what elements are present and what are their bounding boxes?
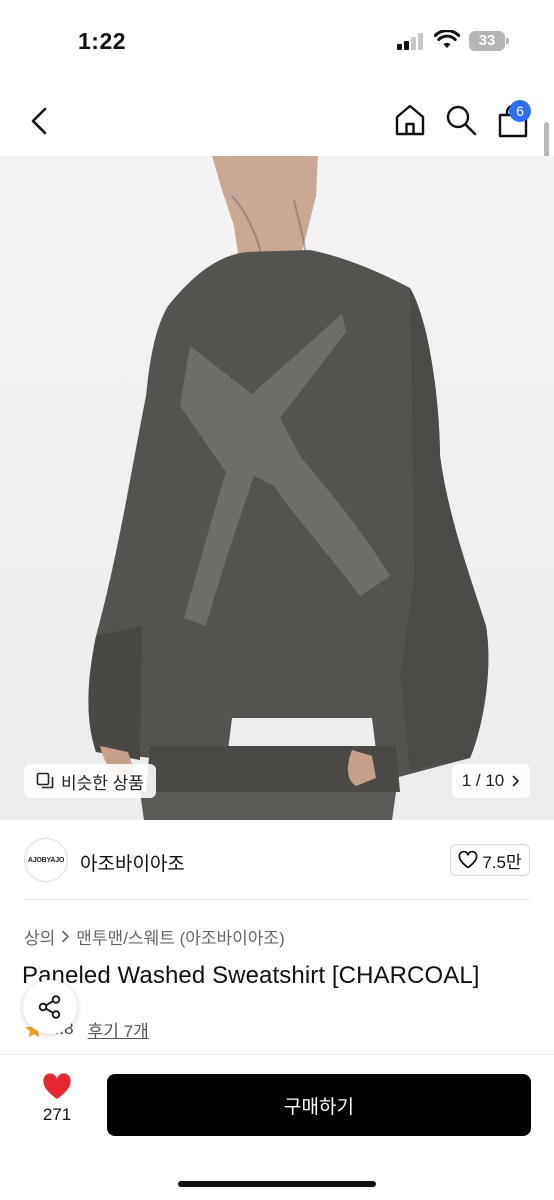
- share-button[interactable]: [23, 980, 77, 1034]
- home-icon[interactable]: [392, 102, 428, 138]
- status-time: 1:22: [78, 28, 127, 54]
- search-icon[interactable]: [443, 102, 479, 138]
- breadcrumb-subcategory[interactable]: 맨투맨/스웨트 (아조바이아조): [76, 924, 284, 949]
- cart-badge: 6: [509, 100, 531, 122]
- heart-filled-icon: [43, 1073, 71, 1099]
- brand-like-count: 7.5만: [482, 852, 522, 872]
- image-counter: 1 / 10: [461, 771, 505, 790]
- wishlist-button[interactable]: 271: [30, 1073, 84, 1137]
- product-title: Paneled Washed Sweatshirt [CHARCOAL]: [22, 962, 480, 989]
- wifi-icon: [434, 30, 460, 48]
- breadcrumb-category[interactable]: 상의: [24, 924, 55, 949]
- wishlist-count: 271: [42, 1105, 72, 1124]
- brand-name[interactable]: 아조바이아조: [80, 849, 185, 876]
- chevron-right-icon: [62, 930, 70, 943]
- product-photo-illustration: [88, 156, 489, 820]
- status-bar: 1:22 33: [0, 0, 554, 82]
- divider: [24, 899, 530, 900]
- battery-level: 33: [478, 32, 496, 49]
- bottom-bar: 271 구매하기: [0, 1054, 554, 1200]
- similar-icon: [36, 772, 54, 789]
- similar-products-label: 비슷한 상품: [61, 773, 144, 793]
- brand-like-button[interactable]: 7.5만: [450, 844, 530, 876]
- chevron-right-icon: [512, 775, 520, 787]
- breadcrumb: 상의 맨투맨/스웨트 (아조바이아조): [24, 924, 285, 949]
- back-icon[interactable]: [24, 104, 56, 138]
- similar-products-button[interactable]: 비슷한 상품: [24, 764, 156, 798]
- home-indicator: [178, 1181, 376, 1187]
- product-image[interactable]: [0, 156, 554, 820]
- image-counter-button[interactable]: 1 / 10: [452, 764, 530, 798]
- battery-icon: 33: [469, 31, 509, 51]
- share-icon: [38, 995, 61, 1019]
- heart-outline-icon: [458, 851, 478, 869]
- review-link[interactable]: 후기 7개: [88, 1017, 149, 1042]
- cellular-signal-icon: [397, 33, 425, 50]
- brand-row: AJOBYAJO 아조바이아조 7.5만: [0, 832, 554, 888]
- brand-logo[interactable]: AJOBYAJO: [24, 838, 68, 882]
- buy-button[interactable]: 구매하기: [107, 1074, 531, 1136]
- top-nav: [0, 92, 554, 150]
